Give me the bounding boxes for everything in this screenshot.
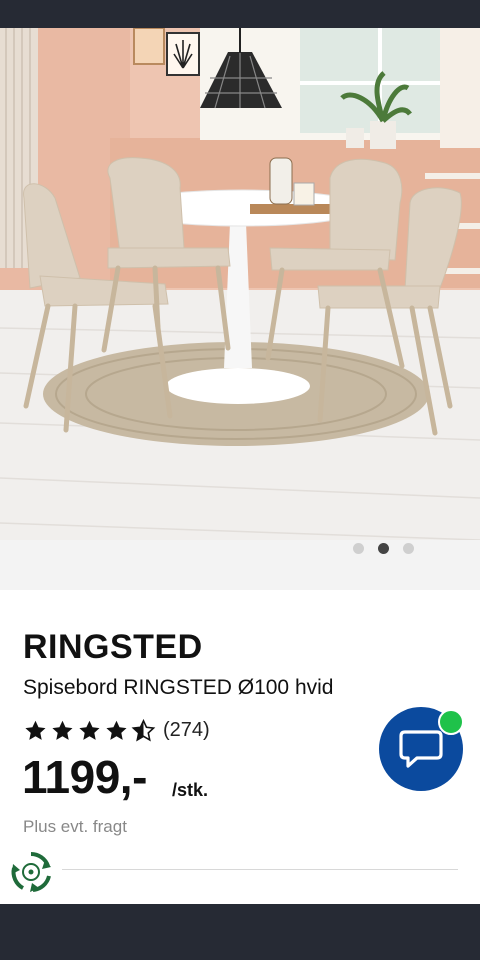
star-icon [79,720,100,740]
star-icon [25,720,46,740]
product-title: RINGSTED [23,628,203,666]
navigation-bar [0,904,480,960]
divider [62,869,458,870]
product-description: Spisebord RINGSTED Ø100 hvid [23,676,334,699]
price-unit: /stk. [172,780,209,800]
rating-stars[interactable] [23,719,158,743]
carousel-dot[interactable] [353,543,364,554]
shipping-note: Plus evt. fragt [23,817,127,836]
review-count[interactable]: (274) [163,719,210,742]
carousel-dot[interactable] [403,543,414,554]
product-price: 1199,- [22,751,147,803]
star-icon [106,720,127,740]
recycle-leaf-icon [11,851,51,892]
product-image[interactable] [0,28,480,540]
carousel-dot-active[interactable] [378,543,389,554]
status-bar [0,0,480,28]
star-icon [52,720,73,740]
online-status-dot [438,709,464,735]
half-star-icon [131,719,156,742]
